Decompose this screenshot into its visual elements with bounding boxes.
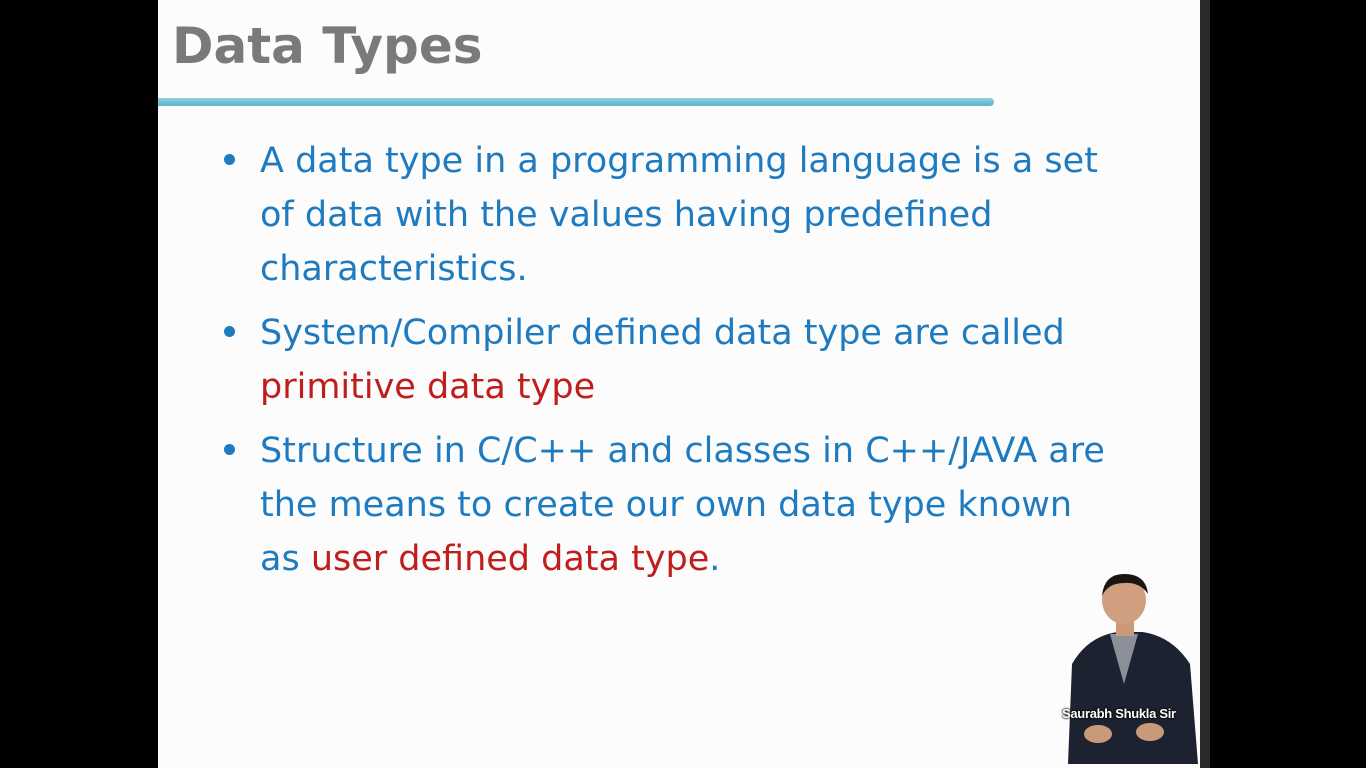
presenter-photo [1058, 574, 1200, 764]
presenter-image [1058, 574, 1200, 764]
window-edge [1200, 0, 1210, 768]
bullet-list: A data type in a programming language is… [218, 134, 1118, 596]
bullet-item: Structure in C/C++ and classes in C++/JA… [218, 424, 1118, 586]
bullet-text-suffix: . [709, 539, 721, 579]
bullet-dot-icon [224, 326, 235, 337]
bullet-item: A data type in a programming language is… [218, 134, 1118, 296]
bullet-text: System/Compiler defined data type are ca… [260, 313, 1065, 353]
slide-title: Data Types [172, 17, 483, 75]
bullet-dot-icon [224, 154, 235, 165]
highlight-text: primitive data type [260, 367, 596, 407]
highlight-text: user defined data type [310, 539, 710, 579]
presenter-caption: Saurabh Shukla Sir [1062, 706, 1176, 721]
bullet-text: A data type in a programming language is… [260, 141, 1098, 289]
slide: Data Types A data type in a programming … [158, 0, 1200, 768]
title-underline [158, 98, 994, 106]
bullet-item: System/Compiler defined data type are ca… [218, 306, 1118, 414]
bullet-dot-icon [224, 444, 235, 455]
